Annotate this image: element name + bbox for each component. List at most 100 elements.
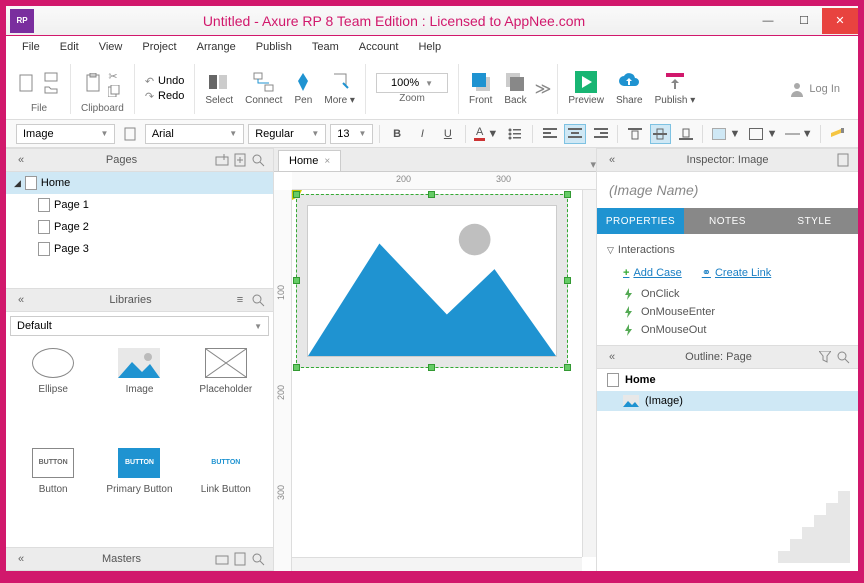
undo-button[interactable]: ↶Undo <box>145 75 185 88</box>
outline-image[interactable]: (Image) <box>597 391 858 411</box>
pen-tool[interactable]: Pen <box>288 69 318 108</box>
lib-link-button[interactable]: BUTTONLink Button <box>187 448 265 540</box>
valign-bottom-button[interactable] <box>675 124 696 144</box>
bullets-button[interactable] <box>505 124 526 144</box>
back-button[interactable]: Back <box>498 69 532 108</box>
size-combo[interactable]: 13▼ <box>330 124 373 144</box>
page-3[interactable]: Page 3 <box>6 238 273 260</box>
menu-team[interactable]: Team <box>304 39 347 55</box>
more-tool[interactable]: More ▾ <box>318 69 361 108</box>
cut-icon[interactable]: ✂ <box>108 70 120 83</box>
weight-combo[interactable]: Regular▼ <box>248 124 326 144</box>
font-combo[interactable]: Arial▼ <box>145 124 244 144</box>
image-widget[interactable] <box>307 205 557 357</box>
outline-home[interactable]: Home <box>597 369 858 391</box>
library-combo[interactable]: Default▼ <box>10 316 269 336</box>
add-master-icon[interactable] <box>231 550 249 568</box>
redo-button[interactable]: ↷Redo <box>145 90 185 103</box>
tab-style[interactable]: STYLE <box>771 208 858 234</box>
align-right-button[interactable] <box>590 124 611 144</box>
underline-button[interactable]: U <box>437 124 458 144</box>
add-folder-icon[interactable] <box>213 151 231 169</box>
shape-combo[interactable]: Image▼ <box>16 124 115 144</box>
search-icon[interactable] <box>249 151 267 169</box>
search-icon[interactable] <box>249 291 267 309</box>
save-icon[interactable] <box>42 72 60 82</box>
menu-view[interactable]: View <box>91 39 131 55</box>
filter-icon[interactable] <box>816 348 834 366</box>
text-color-button[interactable]: A ▼ <box>472 124 501 144</box>
close-tab-icon[interactable]: × <box>324 156 330 167</box>
event-onclick[interactable]: OnClick <box>607 285 848 303</box>
paste-style-icon[interactable] <box>119 124 140 144</box>
menu-project[interactable]: Project <box>134 39 184 55</box>
open-icon[interactable] <box>42 84 60 94</box>
collapse-icon[interactable]: « <box>12 151 30 169</box>
lib-image[interactable]: Image <box>100 348 178 440</box>
collapse-icon[interactable]: « <box>603 348 621 366</box>
maximize-button[interactable]: ☐ <box>786 8 822 34</box>
selection-box[interactable] <box>296 194 568 368</box>
event-onmouseenter[interactable]: OnMouseEnter <box>607 303 848 321</box>
collapse-icon[interactable]: « <box>12 291 30 309</box>
add-folder-icon[interactable] <box>213 550 231 568</box>
align-center-button[interactable] <box>564 124 585 144</box>
copy-icon[interactable] <box>108 85 120 97</box>
menu-publish[interactable]: Publish <box>248 39 300 55</box>
paste-icon[interactable] <box>84 74 102 92</box>
page-2[interactable]: Page 2 <box>6 216 273 238</box>
publish-button[interactable]: Publish ▾ <box>649 69 702 108</box>
preview-button[interactable]: Preview <box>562 69 610 108</box>
valign-middle-button[interactable] <box>650 124 671 144</box>
zoom-combo[interactable]: 100%▼ <box>376 73 448 93</box>
select-tool[interactable]: Select <box>199 69 239 108</box>
menu-edit[interactable]: Edit <box>52 39 87 55</box>
window-title: Untitled - Axure RP 8 Team Edition : Lic… <box>38 13 750 29</box>
search-icon[interactable] <box>834 348 852 366</box>
create-link-link[interactable]: ⚭Create Link <box>702 266 771 279</box>
format-painter-button[interactable] <box>827 124 848 144</box>
menu-arrange[interactable]: Arrange <box>189 39 244 55</box>
minimize-button[interactable]: — <box>750 8 786 34</box>
scrollbar-vertical[interactable] <box>582 190 596 557</box>
add-case-link[interactable]: +Add Case <box>623 266 682 279</box>
line-style-button[interactable]: ▼ <box>784 124 814 144</box>
tab-properties[interactable]: PROPERTIES <box>597 208 684 234</box>
front-button[interactable]: Front <box>463 69 498 108</box>
login-button[interactable]: Log In <box>777 81 852 97</box>
expand-button[interactable]: ≫ <box>533 77 554 101</box>
tab-notes[interactable]: NOTES <box>684 208 771 234</box>
collapse-icon[interactable]: « <box>603 151 621 169</box>
menu-file[interactable]: File <box>14 39 48 55</box>
search-icon[interactable] <box>249 550 267 568</box>
lib-button[interactable]: BUTTONButton <box>14 448 92 540</box>
valign-top-button[interactable] <box>624 124 645 144</box>
border-button[interactable]: ▼ <box>747 124 780 144</box>
lightning-icon <box>623 324 635 336</box>
close-button[interactable]: ✕ <box>822 8 858 34</box>
lib-placeholder[interactable]: Placeholder <box>187 348 265 440</box>
new-file-icon[interactable] <box>18 74 36 92</box>
share-button[interactable]: Share <box>610 69 649 108</box>
connect-tool[interactable]: Connect <box>239 69 288 108</box>
page-1[interactable]: Page 1 <box>6 194 273 216</box>
page-home[interactable]: ◢ Home <box>6 172 273 194</box>
italic-button[interactable]: I <box>412 124 433 144</box>
tab-home[interactable]: Home× <box>278 150 341 171</box>
scrollbar-horizontal[interactable] <box>292 557 582 571</box>
event-onmouseout[interactable]: OnMouseOut <box>607 321 848 339</box>
notes-icon[interactable] <box>834 151 852 169</box>
menu-help[interactable]: Help <box>410 39 449 55</box>
interactions-section[interactable]: ▽Interactions <box>607 240 848 260</box>
canvas[interactable]: 200 300 100 200 300 400 <box>274 172 596 571</box>
align-left-button[interactable] <box>539 124 560 144</box>
element-name-input[interactable]: (Image Name) <box>597 172 858 208</box>
collapse-icon[interactable]: « <box>12 550 30 568</box>
menu-icon[interactable]: ≡ <box>231 291 249 309</box>
menu-account[interactable]: Account <box>351 39 407 55</box>
lib-primary-button[interactable]: BUTTONPrimary Button <box>100 448 178 540</box>
add-page-icon[interactable] <box>231 151 249 169</box>
lib-ellipse[interactable]: Ellipse <box>14 348 92 440</box>
bold-button[interactable]: B <box>386 124 407 144</box>
fill-color-button[interactable]: ▼ <box>709 124 742 144</box>
